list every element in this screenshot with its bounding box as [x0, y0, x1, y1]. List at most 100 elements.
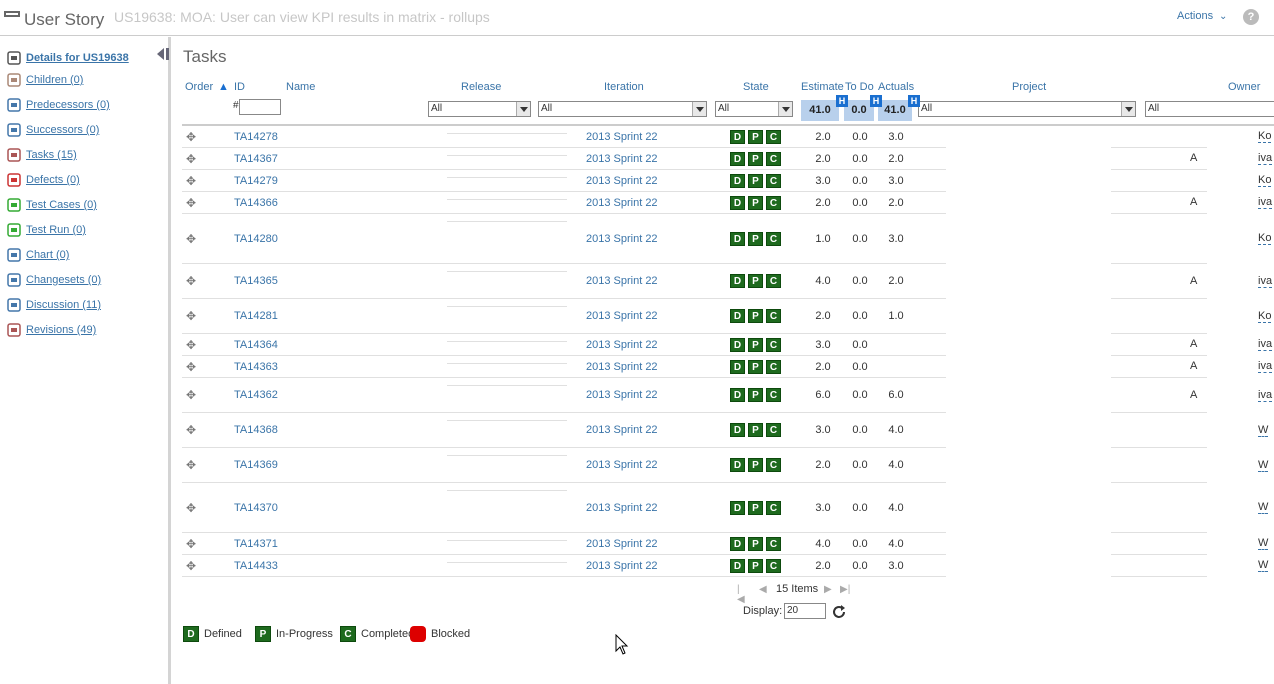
owner-value[interactable]: Ko [1258, 310, 1272, 323]
estimate-value[interactable]: 2.0 [808, 310, 838, 322]
owner-value[interactable]: iva [1258, 360, 1273, 373]
state-d-button[interactable]: D [730, 359, 745, 374]
release-cell[interactable] [447, 155, 567, 156]
actuals-value[interactable]: 2.0 [881, 275, 911, 287]
drag-handle-icon[interactable]: ✥ [186, 339, 198, 351]
release-cell[interactable] [447, 540, 567, 541]
task-id-link[interactable]: TA14278 [234, 131, 278, 143]
table-row[interactable]: ✥ TA14368 2013 Sprint 22 D P C 3.0 0.0 4.0 [182, 413, 946, 448]
actuals-value[interactable]: 4.0 [881, 502, 911, 514]
drag-handle-icon[interactable]: ✥ [186, 424, 198, 436]
task-id-link[interactable]: TA14370 [234, 502, 278, 514]
col-estimate[interactable]: Estimate [801, 81, 844, 93]
table-row[interactable]: ✥ TA14279 2013 Sprint 22 D P C 3.0 0.0 3.0 [182, 170, 946, 192]
table-row[interactable]: ✥ TA14278 2013 Sprint 22 D P C 2.0 0.0 3.0 [182, 126, 946, 148]
todo-value[interactable]: 0.0 [845, 459, 875, 471]
table-row[interactable]: ✥ TA14366 2013 Sprint 22 D P C 2.0 0.0 2.0 [182, 192, 946, 214]
owner-value[interactable]: Ko [1258, 174, 1272, 187]
owner-value[interactable]: iva [1258, 338, 1273, 351]
sidebar-item-tasks[interactable]: Tasks (15) [6, 145, 77, 165]
project-cell[interactable] [1111, 355, 1207, 356]
sort-asc-icon[interactable]: ▲ [218, 81, 229, 93]
owner-value[interactable]: iva [1258, 389, 1273, 402]
todo-value[interactable]: 0.0 [845, 153, 875, 165]
state-d-button[interactable]: D [730, 309, 745, 323]
col-project[interactable]: Project [1012, 81, 1046, 93]
iteration-link[interactable]: 2013 Sprint 22 [586, 197, 658, 209]
todo-value[interactable]: 0.0 [845, 197, 875, 209]
state-p-button[interactable]: P [748, 195, 763, 210]
release-cell[interactable] [447, 420, 567, 421]
todo-value[interactable]: 0.0 [845, 131, 875, 143]
drag-handle-icon[interactable]: ✥ [186, 502, 198, 514]
release-cell[interactable] [447, 199, 567, 200]
state-p-button[interactable]: P [748, 274, 763, 288]
owner-value[interactable]: iva [1258, 275, 1273, 288]
estimate-value[interactable]: 4.0 [808, 538, 838, 550]
col-todo[interactable]: To Do [845, 81, 874, 93]
order-filter-input[interactable] [239, 99, 281, 115]
release-cell[interactable] [447, 490, 567, 491]
sidebar-item-changesets[interactable]: Changesets (0) [6, 270, 101, 290]
drag-handle-icon[interactable]: ✥ [186, 131, 198, 143]
release-cell[interactable] [447, 177, 567, 178]
state-c-button[interactable]: C [766, 359, 781, 374]
state-c-button[interactable]: C [766, 274, 781, 288]
sidebar-item-label[interactable]: Discussion (11) [26, 299, 101, 311]
estimate-value[interactable]: 6.0 [808, 389, 838, 401]
chevron-down-icon[interactable] [692, 102, 706, 116]
release-cell[interactable] [447, 363, 567, 364]
col-id[interactable]: ID [234, 81, 245, 93]
sidebar-item-label[interactable]: Changesets (0) [26, 274, 101, 286]
task-id-link[interactable]: TA14280 [234, 233, 278, 245]
collapse-sidebar-icon[interactable] [155, 47, 171, 61]
todo-value[interactable]: 0.0 [845, 310, 875, 322]
estimate-value[interactable]: 2.0 [808, 361, 838, 373]
state-c-button[interactable]: C [766, 458, 781, 472]
table-row[interactable]: ✥ TA14433 2013 Sprint 22 D P C 2.0 0.0 3.0 [182, 555, 946, 577]
col-release[interactable]: Release [461, 81, 501, 93]
sidebar-item-defects[interactable]: Defects (0) [6, 170, 80, 190]
release-cell[interactable] [447, 455, 567, 456]
task-id-link[interactable]: TA14365 [234, 275, 278, 287]
release-cell[interactable] [447, 385, 567, 386]
estimate-value[interactable]: 2.0 [808, 153, 838, 165]
iteration-link[interactable]: 2013 Sprint 22 [586, 424, 658, 436]
sidebar-item-details[interactable]: Details for US19638 [6, 48, 129, 68]
project-cell[interactable] [1111, 377, 1207, 378]
drag-handle-icon[interactable]: ✥ [186, 175, 198, 187]
state-p-button[interactable]: P [748, 359, 763, 374]
release-cell[interactable] [447, 133, 567, 134]
sidebar-item-test-run[interactable]: Test Run (0) [6, 220, 86, 240]
table-row[interactable]: ✥ TA14363 2013 Sprint 22 D P C 2.0 0.0 [182, 356, 946, 378]
state-c-button[interactable]: C [766, 337, 781, 352]
task-id-link[interactable]: TA14368 [234, 424, 278, 436]
sidebar-item-label[interactable]: Chart (0) [26, 249, 69, 261]
sidebar-item-label[interactable]: Details for US19638 [26, 52, 129, 64]
owner-value[interactable]: W [1258, 559, 1269, 572]
drag-handle-icon[interactable]: ✥ [186, 389, 198, 401]
todo-value[interactable]: 0.0 [845, 275, 875, 287]
release-cell[interactable] [447, 221, 567, 222]
drag-handle-icon[interactable]: ✥ [186, 197, 198, 209]
state-filter[interactable]: All [715, 101, 793, 117]
iteration-link[interactable]: 2013 Sprint 22 [586, 131, 658, 143]
sidebar-item-label[interactable]: Successors (0) [26, 124, 99, 136]
todo-value[interactable]: 0.0 [845, 389, 875, 401]
iteration-link[interactable]: 2013 Sprint 22 [586, 459, 658, 471]
state-c-button[interactable]: C [766, 500, 781, 515]
project-value[interactable]: A [1190, 338, 1197, 350]
drag-handle-icon[interactable]: ✥ [186, 233, 198, 245]
todo-value[interactable]: 0.0 [845, 361, 875, 373]
state-d-button[interactable]: D [730, 558, 745, 573]
first-page-icon[interactable]: |◀ [737, 585, 747, 605]
project-value[interactable]: A [1190, 152, 1197, 164]
state-c-button[interactable]: C [766, 151, 781, 166]
table-row[interactable]: ✥ TA14367 2013 Sprint 22 D P C 2.0 0.0 2.0 [182, 148, 946, 170]
chevron-down-icon[interactable] [1121, 102, 1135, 116]
table-row[interactable]: ✥ TA14365 2013 Sprint 22 D P C 4.0 0.0 2.0 [182, 264, 946, 299]
actuals-value[interactable]: 4.0 [881, 538, 911, 550]
project-cell[interactable] [1111, 147, 1207, 148]
table-row[interactable]: ✥ TA14281 2013 Sprint 22 D P C 2.0 0.0 1.0 [182, 299, 946, 334]
actuals-value[interactable]: 1.0 [881, 310, 911, 322]
